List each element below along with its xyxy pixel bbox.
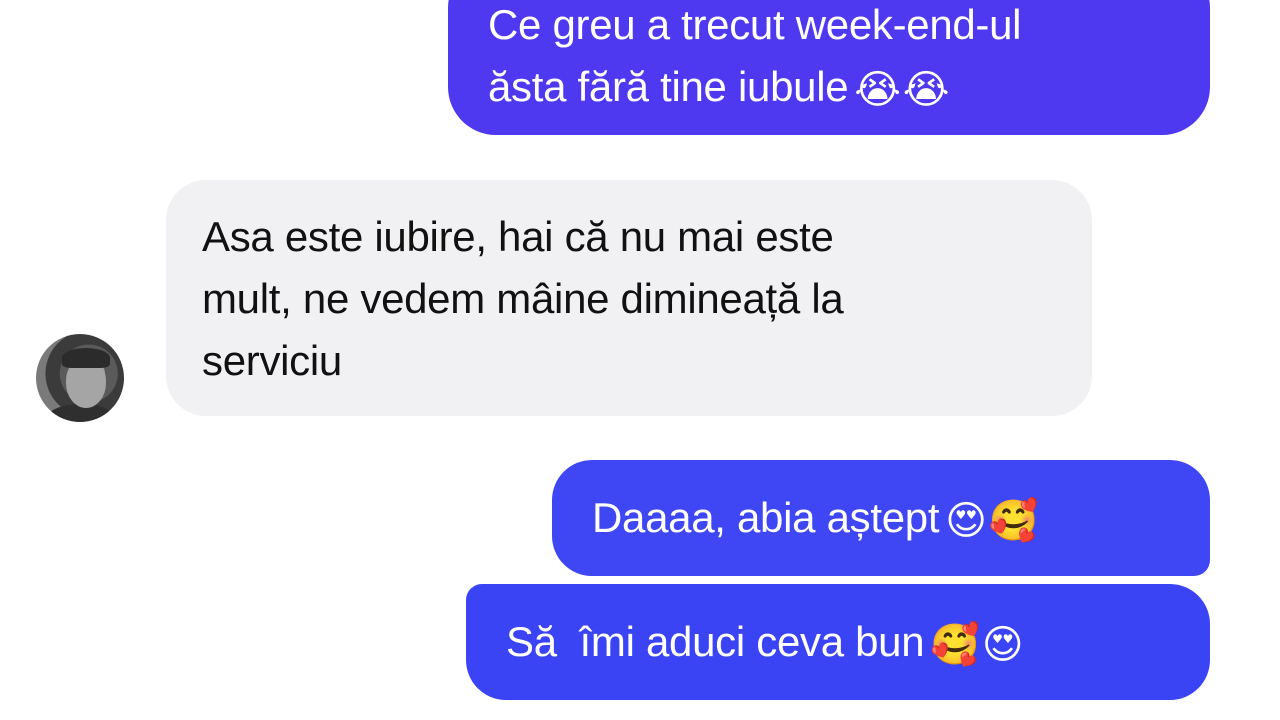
outgoing-message-bubble[interactable]: Ce greu a trecut week-end-ul ăsta fără t… bbox=[448, 0, 1210, 135]
heart-eyes-face-icon: 😍 bbox=[945, 498, 987, 544]
avatar-hair bbox=[62, 348, 110, 368]
message-text-line: Ce greu a trecut week-end-ul bbox=[488, 1, 1022, 48]
smiling-face-with-hearts-icon: 🥰 bbox=[930, 622, 980, 668]
loudly-crying-face-icon: 😭 bbox=[902, 67, 950, 113]
outgoing-message-bubble[interactable]: Daaaa, abia aștept 😍🥰 bbox=[552, 460, 1210, 576]
message-text-line: Să îmi aduci ceva bun bbox=[506, 618, 925, 665]
loudly-crying-face-icon: 😭 bbox=[854, 67, 901, 113]
chat-thread: Ce greu a trecut week-end-ul ăsta fără t… bbox=[0, 0, 1280, 720]
message-text-line: ăsta fără tine iubule bbox=[488, 63, 849, 110]
message-text-line: Daaaa, abia aștept bbox=[592, 494, 940, 541]
message-text-line: Asa este iubire, hai că nu mai este bbox=[202, 213, 834, 260]
message-text-line: serviciu bbox=[202, 337, 342, 384]
smiling-face-with-hearts-icon: 🥰 bbox=[988, 498, 1039, 544]
outgoing-message-bubble[interactable]: Să îmi aduci ceva bun 🥰😍 bbox=[466, 584, 1210, 700]
heart-eyes-face-icon: 😍 bbox=[981, 622, 1024, 668]
message-text-line: mult, ne vedem mâine dimineață la bbox=[202, 275, 844, 322]
incoming-message-bubble[interactable]: Asa este iubire, hai că nu mai este mult… bbox=[166, 180, 1092, 416]
contact-avatar[interactable] bbox=[36, 334, 124, 422]
